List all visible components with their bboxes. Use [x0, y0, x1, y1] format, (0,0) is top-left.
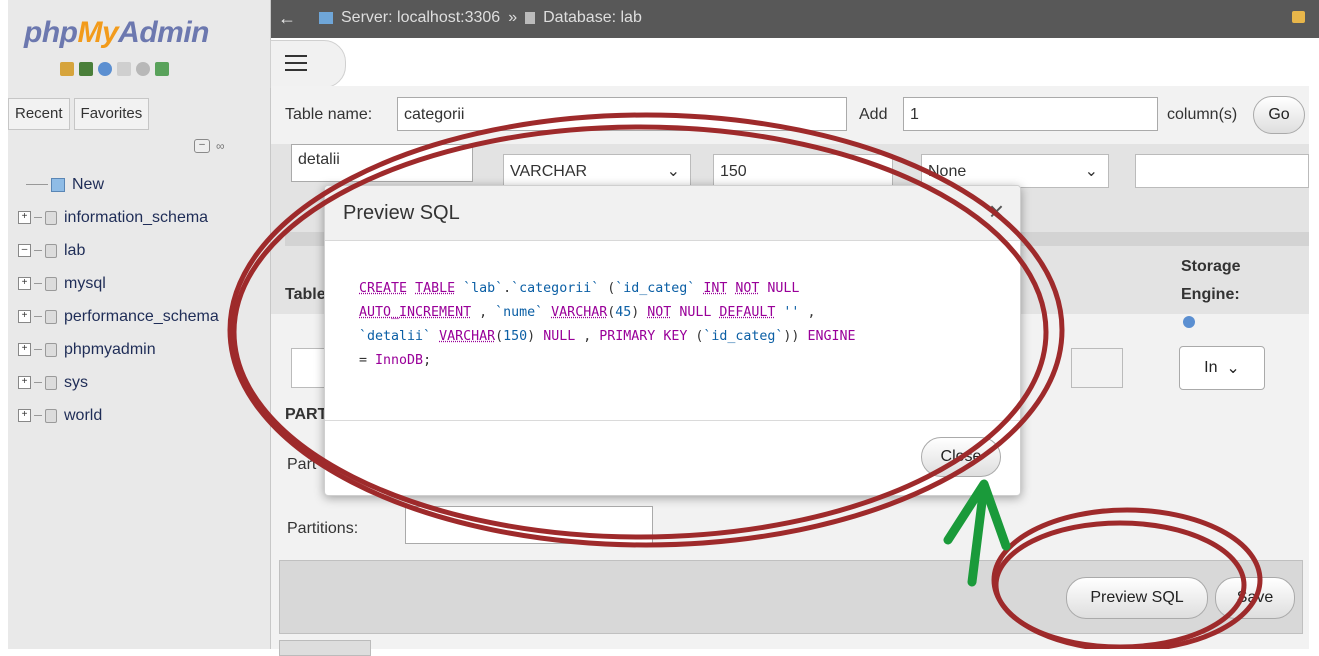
annotation-layer	[227, 112, 1263, 649]
red-ellipse-modal-inner	[231, 124, 1049, 540]
red-ellipse-buttons-inner	[993, 520, 1247, 649]
